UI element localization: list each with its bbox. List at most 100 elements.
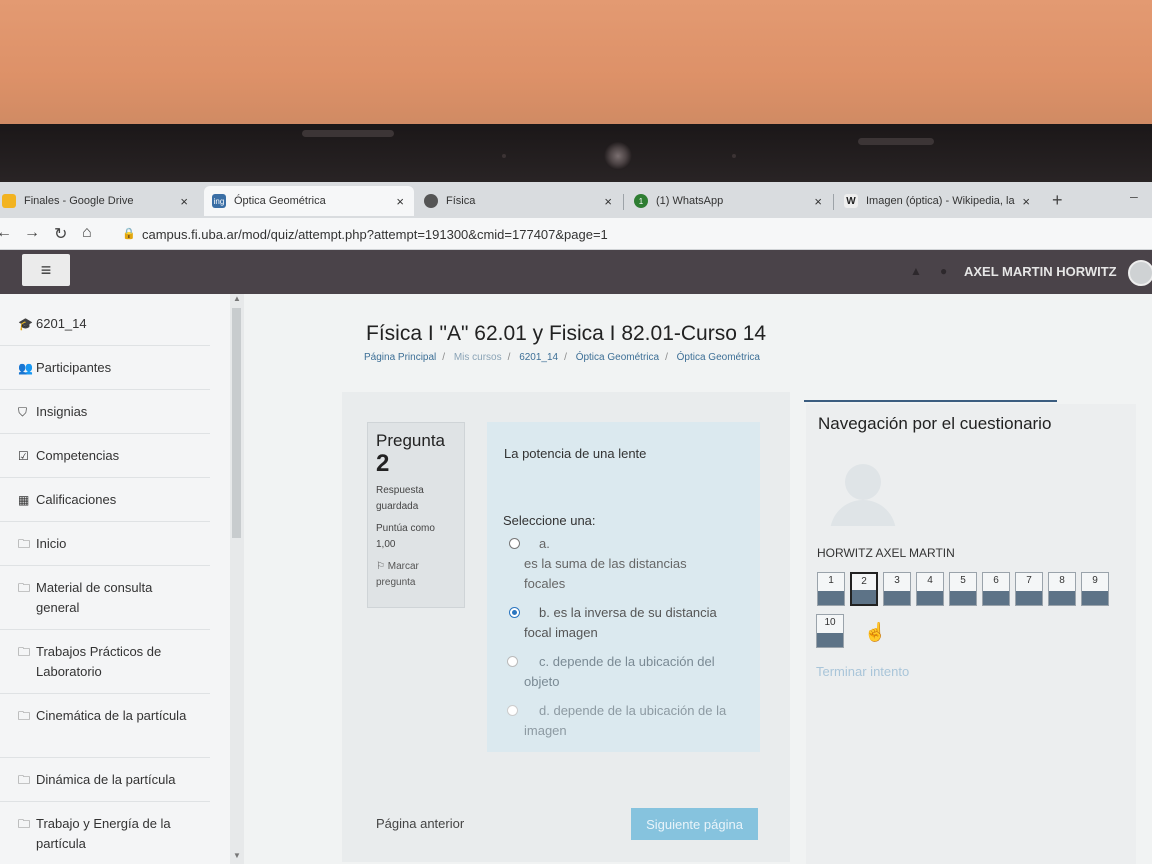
tab-fisica[interactable]: Física × [416,186,622,216]
wall-background [0,0,1152,128]
option-a-radio[interactable] [509,538,520,549]
sidebar-item-participantes[interactable]: 👥 Participantes [0,346,210,390]
quiz-nav-button[interactable]: 7 [1015,572,1043,606]
folder-icon: 🗀 [18,817,31,831]
answered-indicator [884,591,910,605]
answered-indicator [1049,591,1075,605]
sidebar-item-trabajos-practicos[interactable]: 🗀 Trabajos Prácticos de Laboratorio [0,630,210,694]
quiz-nav-button[interactable]: 3 [883,572,911,606]
tab-separator [833,194,834,210]
scrollbar-thumb[interactable] [232,308,241,538]
breadcrumb-separator: / [507,352,511,363]
question-points: Puntúa como 1,00 [376,523,435,550]
option-c-label[interactable]: c. depende de la ubicación del objeto [524,652,739,692]
reload-icon[interactable]: ↻ [54,224,67,244]
option-b-radio[interactable] [509,607,520,618]
tab-optica-geometrica[interactable]: ing Óptica Geométrica × [204,186,414,216]
close-tab-icon[interactable]: × [180,194,188,209]
breadcrumb-separator: / [442,352,446,363]
option-a-label[interactable]: a. es la suma de las distancias focales [524,534,714,594]
close-tab-icon[interactable]: × [814,194,822,209]
option-d-radio[interactable] [507,705,518,716]
sidebar-item-competencias[interactable]: ☑ Competencias [0,434,210,478]
wikipedia-icon: W [844,194,858,208]
tab-wikipedia[interactable]: W Imagen (óptica) - Wikipedia, la × [836,186,1040,216]
quiz-nav-button[interactable]: 10 [816,614,844,648]
user-menu-name[interactable]: AXEL MARTIN HORWITZ [964,264,1117,279]
close-tab-icon[interactable]: × [396,194,404,209]
sidebar-item-calificaciones[interactable]: ▦ Calificaciones [0,478,210,522]
next-page-button[interactable]: Siguiente página [631,808,758,840]
messages-icon[interactable]: ● [940,264,947,278]
option-c-radio[interactable] [507,656,518,667]
google-drive-icon [2,194,16,208]
breadcrumb-link[interactable]: Mis cursos [454,352,502,363]
course-sidebar: 🎓 6201_14 👥 Participantes ⛉ Insignias ☑ Comp… [0,294,230,864]
whatsapp-icon: 1 [634,194,648,208]
question-text: La potencia de una lente [504,446,647,461]
question-number: 2 [376,450,390,477]
option-d-label[interactable]: d. depende de la ubicación de la imagen [524,701,749,741]
quiz-nav-button-current[interactable]: 2 [850,572,878,606]
tab-title: Física [446,195,476,207]
page-title: Física I "A" 62.01 y Fisica I 82.01-Curs… [366,322,767,345]
url-field[interactable]: campus.fi.uba.ar/mod/quiz/attempt.php?at… [142,227,608,242]
option-b-label[interactable]: b. es la inversa de su distancia focal i… [524,603,739,643]
answered-indicator [1082,591,1108,605]
quiz-nav-button[interactable]: 9 [1081,572,1109,606]
notifications-icon[interactable]: ▲ [910,264,922,278]
close-tab-icon[interactable]: × [604,194,612,209]
tab-finales[interactable]: Finales - Google Drive × [0,186,198,216]
menu-toggle-button[interactable]: ≡ [22,254,70,286]
forward-icon[interactable]: → [24,224,40,242]
answer-prompt: Seleccione una: [503,513,596,528]
breadcrumb-link[interactable]: Óptica Geométrica [677,352,760,363]
avatar[interactable] [1128,260,1152,286]
quiz-nav-button[interactable]: 5 [949,572,977,606]
breadcrumb-separator: / [564,352,567,363]
globe-icon [424,194,438,208]
sidebar-item-cinematica[interactable]: 🗀 Cinemática de la partícula [0,694,210,758]
question-info: Pregunta 2 Respuesta guardada Puntúa com… [367,422,465,608]
sidebar-item-insignias[interactable]: ⛉ Insignias [0,390,210,434]
new-tab-button[interactable]: + [1052,190,1063,211]
quiz-nav-button[interactable]: 6 [982,572,1010,606]
minimize-icon[interactable]: – [1130,188,1138,204]
previous-page-button[interactable]: Página anterior [376,816,464,831]
quiz-navigation-title: Navegación por el cuestionario [818,414,1052,433]
scroll-up-icon[interactable]: ▲ [233,294,241,303]
answered-indicator [983,591,1009,605]
tab-title: Finales - Google Drive [24,195,134,207]
avatar-body [830,500,896,526]
sidebar-item-inicio[interactable]: 🗀 Inicio [0,522,210,566]
quiz-nav-button[interactable]: 4 [916,572,944,606]
back-icon[interactable]: ← [0,224,12,242]
close-tab-icon[interactable]: × [1022,194,1030,209]
quiz-nav-button[interactable]: 1 [817,572,845,606]
sidebar-item-course[interactable]: 🎓 6201_14 [0,302,210,346]
breadcrumb-link[interactable]: 6201_14 [519,352,558,363]
sidebar-item-material[interactable]: 🗀 Material de consulta general [0,566,210,630]
users-icon: 👥 [18,361,33,375]
folder-icon: 🗀 [18,773,31,787]
folder-icon: 🗀 [18,537,31,551]
user-picture-icon [818,454,908,526]
sidebar-scrollbar[interactable]: ▲ ▼ [230,294,244,864]
hand-cursor-icon: ☝ [864,622,887,642]
quiz-nav-button[interactable]: 8 [1048,572,1076,606]
finish-attempt-link[interactable]: Terminar intento [816,664,909,679]
bezel-strip-right [858,138,934,145]
answered-indicator [817,633,843,647]
breadcrumb-link[interactable]: Página Principal [364,352,436,363]
breadcrumb-link[interactable]: Óptica Geométrica [576,352,659,363]
flag-icon: ⚐ [376,561,388,572]
flag-question-link[interactable]: ⚐ Marcar pregunta [376,559,456,591]
tab-whatsapp[interactable]: 1 (1) WhatsApp × [626,186,832,216]
sidebar-item-dinamica[interactable]: 🗀 Dinámica de la partícula [0,758,210,802]
sidebar-item-trabajo-energia[interactable]: 🗀 Trabajo y Energía de la partícula [0,802,210,864]
webcam-icon [604,142,632,170]
home-icon[interactable]: ⌂ [82,224,92,242]
scroll-down-icon[interactable]: ▼ [233,851,241,860]
laptop-bezel [0,124,1152,188]
bezel-strip-left [302,130,394,137]
